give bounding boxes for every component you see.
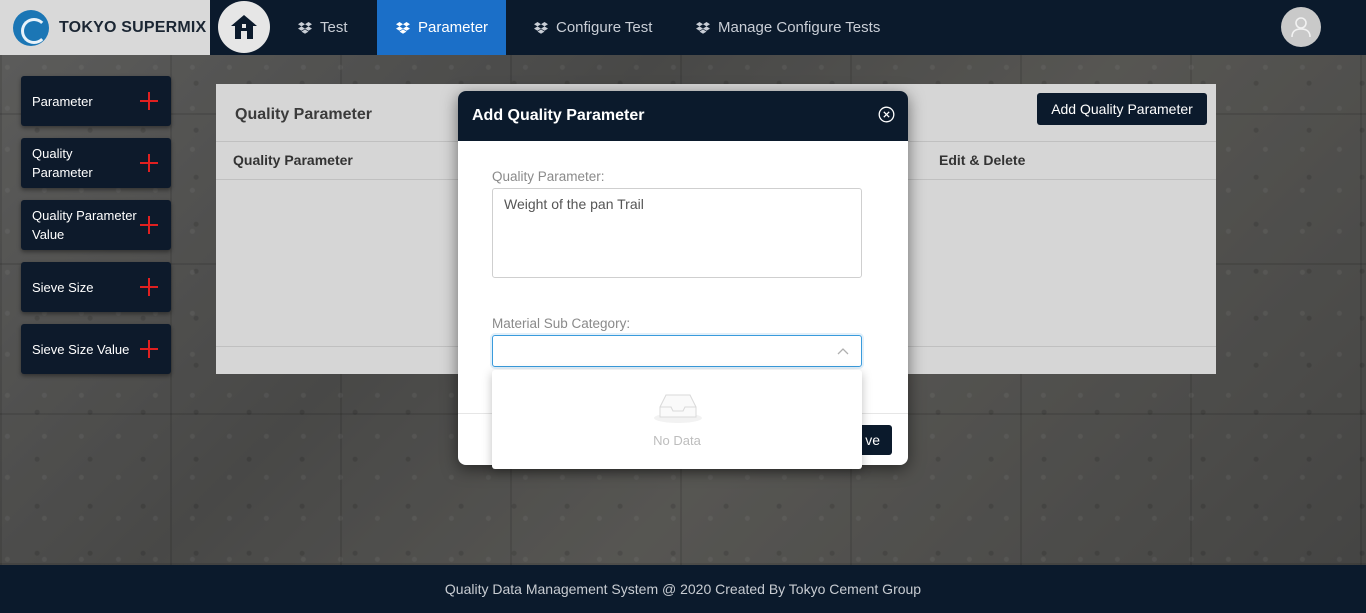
home-button[interactable]	[218, 1, 270, 53]
sidebar-item-label: Sieve Size	[32, 279, 94, 295]
sidebar-item-quality-parameter[interactable]: Quality Parameter	[21, 138, 171, 188]
footer: Quality Data Management System @ 2020 Cr…	[0, 565, 1366, 613]
add-quality-parameter-button[interactable]: Add Quality Parameter	[1037, 93, 1207, 125]
sidebar-item-label: Parameter	[32, 93, 93, 109]
sidebar-item-label: Quality Parameter	[32, 146, 93, 180]
column-header-quality-parameter[interactable]: Quality Parameter	[233, 152, 353, 168]
spiral-logo-icon	[13, 9, 49, 46]
plus-icon	[140, 92, 158, 110]
home-icon	[231, 15, 257, 39]
footer-text: Quality Data Management System @ 2020 Cr…	[444, 581, 922, 597]
dropbox-icon	[396, 21, 410, 34]
dropbox-icon	[534, 21, 548, 34]
sidebar-item-parameter[interactable]: Parameter	[21, 76, 171, 126]
user-icon	[1291, 17, 1311, 38]
sidebar-item-quality-parameter-value[interactable]: Quality Parameter Value	[21, 200, 171, 250]
no-data-text: No Data	[653, 433, 701, 448]
nav-tab-manage-configure-tests[interactable]: Manage Configure Tests	[696, 0, 896, 55]
empty-inbox-icon	[654, 394, 702, 423]
plus-icon	[140, 216, 158, 234]
plus-icon	[140, 278, 158, 296]
nav-tab-label: Manage Configure Tests	[718, 19, 881, 36]
chevron-up-icon	[837, 348, 849, 355]
column-header-edit-delete[interactable]: Edit & Delete	[939, 152, 1025, 168]
plus-icon	[140, 340, 158, 358]
material-sub-category-label: Material Sub Category:	[492, 316, 631, 331]
nav-tab-parameter[interactable]: Parameter	[377, 0, 506, 55]
nav-tab-label: Configure Test	[556, 19, 653, 36]
user-avatar[interactable]	[1281, 7, 1321, 47]
nav-tab-test[interactable]: Test	[298, 0, 378, 55]
nav-tab-configure-test[interactable]: Configure Test	[534, 0, 674, 55]
top-navbar: TOKYO SUPERMIX Test Parameter Configure …	[0, 0, 1366, 55]
brand[interactable]: TOKYO SUPERMIX	[0, 0, 210, 55]
card-title: Quality Parameter	[235, 106, 372, 123]
material-sub-category-dropdown: No Data	[492, 370, 862, 469]
material-sub-category-select[interactable]	[492, 335, 862, 367]
brand-name: TOKYO SUPERMIX	[59, 18, 207, 36]
modal-title: Add Quality Parameter	[472, 107, 645, 124]
nav-tab-label: Test	[320, 19, 348, 36]
save-button-visible-text: ve	[865, 432, 880, 448]
sidebar-item-sieve-size-value[interactable]: Sieve Size Value	[21, 324, 171, 374]
quality-parameter-textarea[interactable]: Weight of the pan Trail	[492, 188, 862, 278]
dropbox-icon	[696, 21, 710, 34]
modal-header: Add Quality Parameter	[458, 91, 908, 141]
dropbox-icon	[298, 21, 312, 34]
close-circle-icon[interactable]	[878, 106, 895, 123]
sidebar-item-label: Quality Parameter Value	[32, 208, 137, 242]
nav-tab-label: Parameter	[418, 19, 489, 36]
plus-icon	[140, 154, 158, 172]
quality-parameter-label: Quality Parameter:	[492, 169, 605, 184]
sidebar-item-sieve-size[interactable]: Sieve Size	[21, 262, 171, 312]
sidebar-item-label: Sieve Size Value	[32, 341, 130, 357]
